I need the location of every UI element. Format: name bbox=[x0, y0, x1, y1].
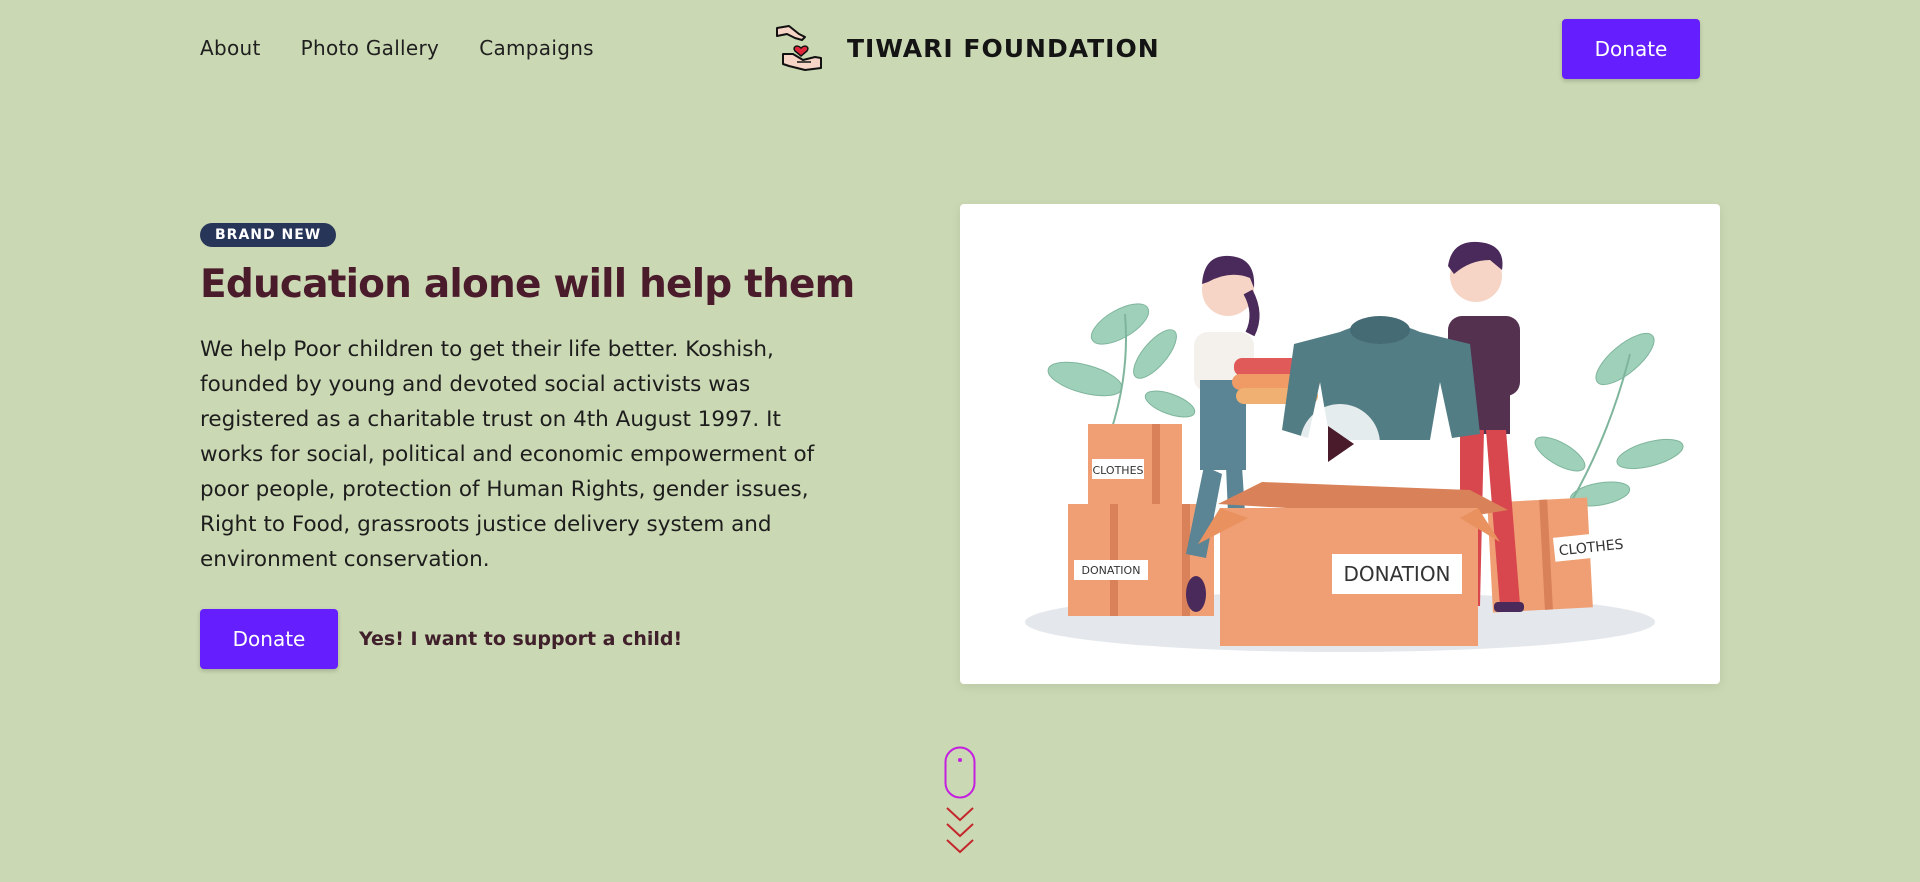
nav-link-photo-gallery[interactable]: Photo Gallery bbox=[301, 36, 440, 60]
box-label-donation-main: DONATION bbox=[1343, 562, 1450, 586]
support-child-link[interactable]: Yes! I want to support a child! bbox=[359, 628, 682, 650]
hero-cta-row: Donate Yes! I want to support a child! bbox=[200, 609, 682, 669]
donation-illustration: CLOTHES DONATION CLOTHES DONATION bbox=[1025, 241, 1684, 652]
nav-link-campaigns[interactable]: Campaigns bbox=[479, 36, 594, 60]
header-donate-button[interactable]: Donate bbox=[1562, 19, 1700, 79]
brand-new-badge: BRAND NEW bbox=[200, 223, 337, 247]
brand[interactable]: TIWARI FOUNDATION bbox=[775, 24, 1160, 72]
nav-link-about[interactable]: About bbox=[200, 36, 261, 60]
hero-donate-button[interactable]: Donate bbox=[200, 609, 338, 669]
hero-description: We help Poor children to get their life … bbox=[200, 337, 815, 572]
mouse-scroll-icon[interactable] bbox=[944, 746, 976, 860]
hero-title: Education alone will help them bbox=[200, 262, 855, 307]
main-nav: About Photo Gallery Campaigns bbox=[200, 36, 594, 60]
box-label-donation-left: DONATION bbox=[1082, 564, 1141, 577]
brand-name: TIWARI FOUNDATION bbox=[847, 33, 1160, 63]
hand-heart-icon bbox=[776, 25, 822, 71]
box-label-clothes-left: CLOTHES bbox=[1093, 464, 1144, 477]
hero-video-card[interactable]: CLOTHES DONATION CLOTHES DONATION bbox=[960, 204, 1720, 684]
play-icon[interactable] bbox=[1300, 404, 1380, 484]
